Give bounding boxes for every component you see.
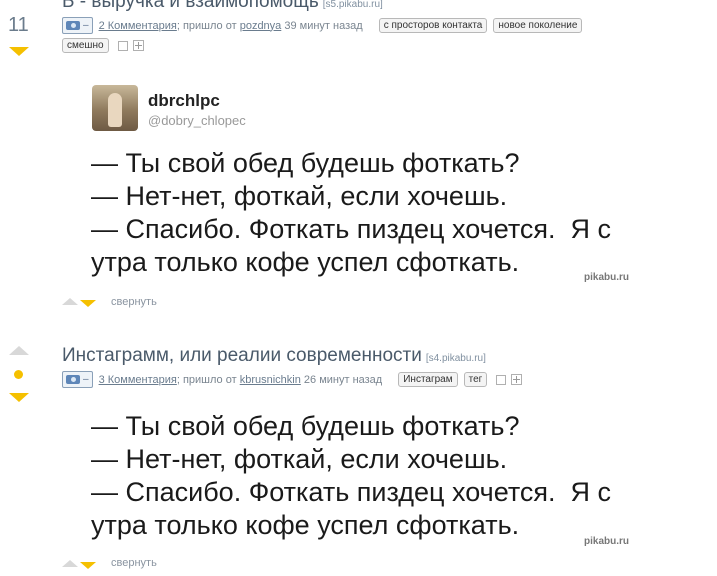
post1-author-link[interactable]: pozdnya — [240, 20, 282, 32]
post1-rating: 11 — [8, 14, 29, 36]
post2-author-link[interactable]: kbrusnichkin — [240, 374, 301, 386]
tag[interactable]: смешно — [62, 38, 109, 53]
post1-tags-row2: смешно — [62, 38, 144, 53]
post1-collapse-link[interactable]: свернуть — [111, 296, 157, 308]
post1-came-from: ; пришло от — [176, 19, 237, 32]
tweet-username: dbrchlpc — [148, 91, 220, 110]
post1-source: [s5.pikabu.ru] — [322, 0, 383, 10]
post1-title[interactable]: Б - выручка и взаимопомощь [s5.pikabu.ru] — [62, 0, 383, 13]
camera-button[interactable]: – — [62, 371, 93, 388]
post2-comments-link[interactable]: 3 Комментария — [99, 374, 177, 386]
save-icon[interactable] — [496, 374, 507, 385]
tag[interactable]: тег — [463, 372, 488, 387]
vote-down-arrow-icon[interactable] — [9, 393, 29, 402]
post2-collapse-link[interactable]: свернуть — [111, 557, 157, 569]
post2-came-from: ; пришло от — [176, 373, 237, 386]
post1-time: 39 минут назад — [284, 19, 363, 32]
vote-down-arrow-icon[interactable] — [80, 562, 96, 569]
add-icon[interactable] — [511, 374, 523, 385]
tag[interactable]: с просторов контакта — [378, 18, 488, 33]
add-icon[interactable] — [132, 40, 144, 51]
tweet-handle: @dobry_chlopec — [148, 113, 246, 128]
post1-watermark: pikabu.ru — [584, 272, 630, 283]
post2-time: 26 минут назад — [303, 373, 383, 386]
post1-meta: – 2 Комментария ; пришло от pozdnya 39 м… — [62, 17, 583, 34]
vote-up-arrow-icon[interactable] — [62, 298, 78, 305]
post2-source: [s4.pikabu.ru] — [425, 353, 486, 364]
avatar — [92, 85, 138, 131]
camera-icon — [66, 21, 80, 30]
camera-button[interactable]: – — [62, 17, 93, 34]
post2-image-text: — Ты свой обед будешь фоткать? — Нет-нет… — [91, 411, 612, 540]
post2-title[interactable]: Инстаграмм, или реалии современности [s4.… — [62, 345, 486, 367]
vote-up-arrow-icon[interactable] — [62, 560, 78, 567]
post1-image-text: — Ты свой обед будешь фоткать? — Нет-нет… — [91, 148, 612, 277]
vote-down-arrow-icon[interactable] — [9, 47, 29, 56]
post1-comments-link[interactable]: 2 Комментария — [99, 20, 177, 32]
rating-dot-icon — [14, 370, 23, 379]
post2-watermark: pikabu.ru — [584, 536, 630, 547]
post2-meta: – 3 Комментария ; пришло от kbrusnichkin… — [62, 371, 523, 388]
vote-up-arrow-icon[interactable] — [9, 346, 29, 355]
post1-title-text[interactable]: Б - выручка и взаимопомощь — [62, 0, 319, 12]
vote-down-arrow-icon[interactable] — [80, 300, 96, 307]
tag[interactable]: новое поколение — [493, 18, 583, 33]
tag[interactable]: Инстаграм — [398, 372, 458, 387]
camera-icon — [66, 375, 80, 384]
post2-title-text[interactable]: Инстаграмм, или реалии современности — [62, 345, 422, 366]
save-icon[interactable] — [117, 40, 128, 51]
